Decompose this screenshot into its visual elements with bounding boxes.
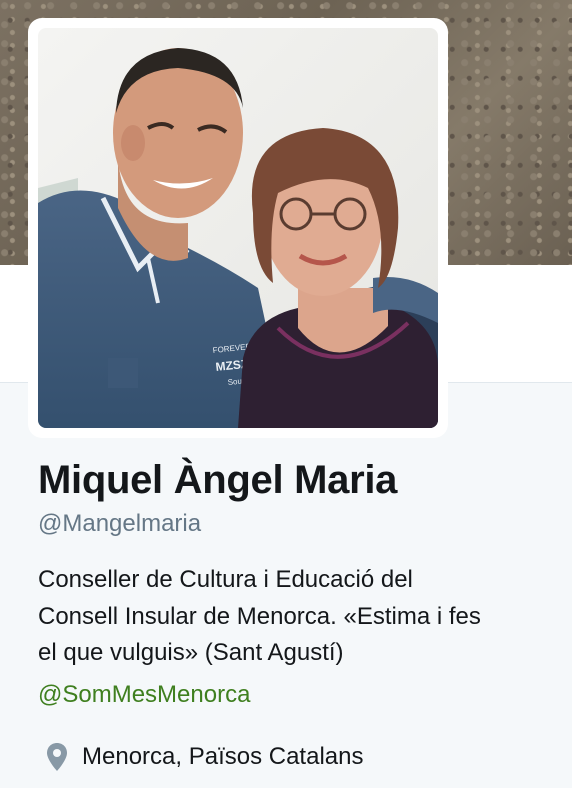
avatar-photo: FOREVER GOOD STYLE MZSZ HERITAGE South 1…: [38, 28, 438, 428]
location-text: Menorca, Països Catalans: [82, 743, 364, 770]
bio-line: el que vulguis» (Sant Agustí): [38, 639, 344, 666]
profile-bio: Conseller de Cultura i Educació del Cons…: [38, 562, 558, 672]
bio-line: Conseller de Cultura i Educació del: [38, 566, 413, 593]
profile-name: Miquel Àngel Maria: [38, 458, 398, 502]
avatar[interactable]: FOREVER GOOD STYLE MZSZ HERITAGE South 1…: [28, 18, 448, 438]
bio-line: Consell Insular de Menorca. «Estima i fe…: [38, 602, 481, 630]
map-pin-icon: [47, 743, 67, 771]
bio-mention-link[interactable]: @SomMesMenorca: [38, 681, 250, 709]
profile-handle[interactable]: @Mangelmaria: [38, 510, 201, 538]
profile-location: Menorca, Països Catalans: [46, 740, 363, 774]
